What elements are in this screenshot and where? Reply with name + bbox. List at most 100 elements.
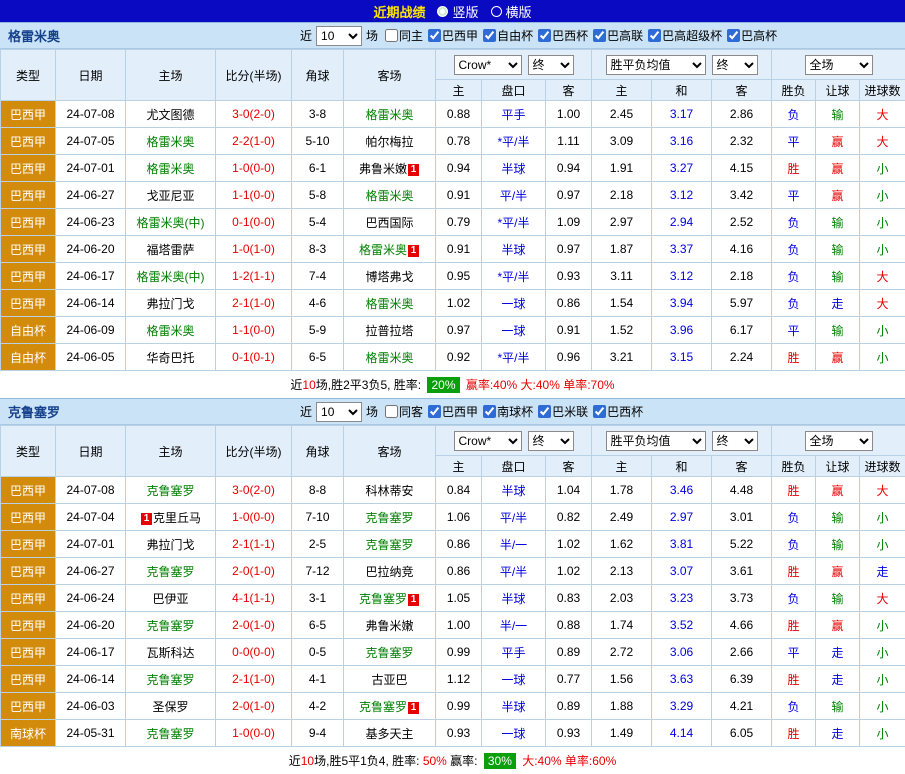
team-label: 博塔弗戈	[365, 270, 413, 284]
goals-result-cell: 小	[860, 317, 905, 344]
away-odds-cell: 0.86	[546, 290, 592, 317]
league-filter[interactable]: 巴西甲	[428, 27, 478, 44]
scope-select[interactable]: 全场	[805, 55, 873, 75]
match-row: 自由杯24-06-05华奇巴托0-1(0-1)6-5格雷米奥0.92*平/半0.…	[1, 344, 905, 371]
league-filter[interactable]: 南球杯	[483, 403, 533, 420]
handicap-result-cell: 输	[816, 209, 860, 236]
sub-col-header: 主	[592, 80, 652, 101]
handicap-result-cell: 赢	[816, 344, 860, 371]
league-checkbox[interactable]	[428, 405, 441, 418]
sub-col-header: 客	[546, 456, 592, 477]
games-count-select[interactable]: 10	[316, 402, 362, 422]
goals-result-cell: 小	[860, 693, 905, 720]
away-team-cell: 基多天主	[344, 720, 436, 747]
corners-cell: 5-4	[292, 209, 344, 236]
same-venue-checkbox[interactable]	[385, 29, 398, 42]
league-checkbox[interactable]	[483, 29, 496, 42]
home-odds-cell: 0.84	[436, 477, 482, 504]
odds-company-select[interactable]: Crow*	[454, 55, 522, 75]
league-checkbox[interactable]	[538, 29, 551, 42]
league-filter[interactable]: 自由杯	[483, 27, 533, 44]
league-checkbox[interactable]	[648, 29, 661, 42]
score-cell: 2-1(1-0)	[216, 666, 292, 693]
league-filter[interactable]: 巴西甲	[428, 403, 478, 420]
sub-col-header: 盘口	[482, 456, 546, 477]
col-header: 比分(半场)	[216, 426, 292, 477]
league-label: 巴西甲	[442, 27, 478, 44]
away-team-cell: 科林蒂安	[344, 477, 436, 504]
team-label: 巴西国际	[365, 216, 413, 230]
avg-odds-select[interactable]: 胜平负均值	[606, 55, 706, 75]
odds-source-header: Crow* 终	[436, 50, 592, 80]
goals-result-cell: 小	[860, 666, 905, 693]
league-filter[interactable]: 巴高超级杯	[648, 27, 722, 44]
home-odds-cell: 0.94	[436, 155, 482, 182]
league-filter[interactable]: 巴米联	[538, 403, 588, 420]
odds-time-select[interactable]: 终	[528, 55, 574, 75]
same-venue-filter[interactable]: 同客	[385, 403, 423, 420]
summary-text: 单率:60%	[562, 752, 617, 769]
avg-win-odds-cell: 1.62	[592, 531, 652, 558]
scope-select[interactable]: 全场	[805, 431, 873, 451]
date-cell: 24-06-17	[56, 639, 126, 666]
home-team-cell: 华奇巴托	[126, 344, 216, 371]
league-checkbox[interactable]	[483, 405, 496, 418]
avg-odds-select[interactable]: 胜平负均值	[606, 431, 706, 451]
odds-company-select[interactable]: Crow*	[454, 431, 522, 451]
team-label: 科林蒂安	[365, 484, 413, 498]
league-checkbox[interactable]	[538, 405, 551, 418]
match-row: 巴西甲24-06-17格雷米奥(中)1-2(1-1)7-4博塔弗戈0.95*平/…	[1, 263, 905, 290]
competition-cell: 自由杯	[1, 317, 56, 344]
outcome-cell: 负	[772, 263, 816, 290]
layout-vertical-option[interactable]: 竖版	[437, 2, 478, 21]
home-team-cell: 克鲁塞罗	[126, 558, 216, 585]
league-filter[interactable]: 巴高联	[593, 27, 643, 44]
avg-win-odds-cell: 1.87	[592, 236, 652, 263]
layout-horizontal-option[interactable]: 横版	[491, 2, 532, 21]
league-checkbox[interactable]	[593, 405, 606, 418]
goals-result-cell: 小	[860, 612, 905, 639]
team-name: 克鲁塞罗	[8, 402, 60, 421]
avg-win-odds-cell: 2.03	[592, 585, 652, 612]
team-label: 华奇巴托	[146, 351, 194, 365]
avg-time-select[interactable]: 终	[712, 431, 758, 451]
same-venue-checkbox[interactable]	[385, 405, 398, 418]
home-odds-cell: 0.95	[436, 263, 482, 290]
summary-text: 近	[290, 376, 302, 393]
league-checkbox[interactable]	[593, 29, 606, 42]
date-cell: 24-06-03	[56, 693, 126, 720]
away-odds-cell: 1.02	[546, 531, 592, 558]
avg-time-select[interactable]: 终	[712, 55, 758, 75]
corners-cell: 7-4	[292, 263, 344, 290]
avg-win-odds-cell: 1.52	[592, 317, 652, 344]
team-label: 格雷米奥	[146, 162, 194, 176]
avg-draw-odds-cell: 3.16	[652, 128, 712, 155]
record-summary: 近10场,胜2平3负5, 胜率: 20% 赢率:40% 大:40% 单率:70%	[0, 371, 905, 398]
handicap-cell: 一球	[482, 317, 546, 344]
handicap-result-cell: 赢	[816, 477, 860, 504]
league-checkbox[interactable]	[428, 29, 441, 42]
avg-win-odds-cell: 3.11	[592, 263, 652, 290]
away-odds-cell: 1.02	[546, 558, 592, 585]
team-label: 克鲁塞罗	[146, 673, 194, 687]
league-filter[interactable]: 巴西杯	[538, 27, 588, 44]
away-team-cell: 古亚巴	[344, 666, 436, 693]
competition-cell: 巴西甲	[1, 236, 56, 263]
rate-badge: 20%	[427, 377, 459, 393]
home-odds-cell: 0.91	[436, 236, 482, 263]
same-venue-filter[interactable]: 同主	[385, 27, 423, 44]
near-label: 近	[300, 403, 312, 420]
odds-source-header: Crow* 终	[436, 426, 592, 456]
league-checkbox[interactable]	[727, 29, 740, 42]
sub-col-header: 客	[546, 80, 592, 101]
games-count-select[interactable]: 10	[316, 26, 362, 46]
score-cell: 2-0(1-0)	[216, 612, 292, 639]
away-odds-cell: 0.82	[546, 504, 592, 531]
league-filter[interactable]: 巴西杯	[593, 403, 643, 420]
odds-time-select[interactable]: 终	[528, 431, 574, 451]
sub-col-header: 和	[652, 80, 712, 101]
league-filter[interactable]: 巴高杯	[727, 27, 777, 44]
home-team-cell: 巴伊亚	[126, 585, 216, 612]
away-odds-cell: 0.89	[546, 693, 592, 720]
avg-lose-odds-cell: 4.15	[712, 155, 772, 182]
